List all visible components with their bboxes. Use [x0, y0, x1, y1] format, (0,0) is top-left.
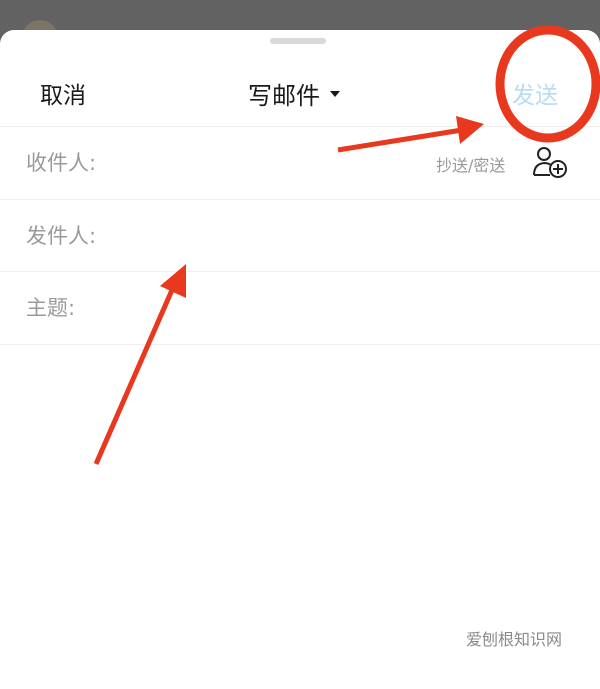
watermark-text: 爱刨根知识网 [466, 630, 563, 649]
subject-input[interactable] [120, 286, 424, 330]
sheet-grabber-handle[interactable] [270, 38, 326, 44]
caret-down-icon [330, 90, 340, 97]
compose-sheet: 取消 写邮件 发送 收件人: 抄送/密送 发件人: 主题: [0, 30, 600, 689]
sender-row: 发件人: [0, 199, 600, 272]
send-button[interactable]: 发送 [512, 76, 558, 110]
recipient-input[interactable] [120, 141, 424, 185]
sender-label: 发件人: [26, 224, 97, 248]
subject-label: 主题: [26, 296, 76, 320]
compose-title: 写邮件 [248, 82, 320, 110]
compose-header: 取消 写邮件 发送 [0, 60, 600, 122]
cancel-button[interactable]: 取消 [40, 76, 86, 110]
subject-row: 主题: [0, 271, 600, 344]
sender-input[interactable] [120, 214, 424, 258]
recipient-row: 收件人: 抄送/密送 [0, 126, 600, 199]
compose-title-dropdown[interactable]: 写邮件 [248, 76, 340, 111]
cc-bcc-link[interactable]: 抄送/密送 [436, 152, 505, 176]
recipient-label: 收件人: [26, 151, 97, 175]
add-contact-icon[interactable] [530, 145, 570, 179]
